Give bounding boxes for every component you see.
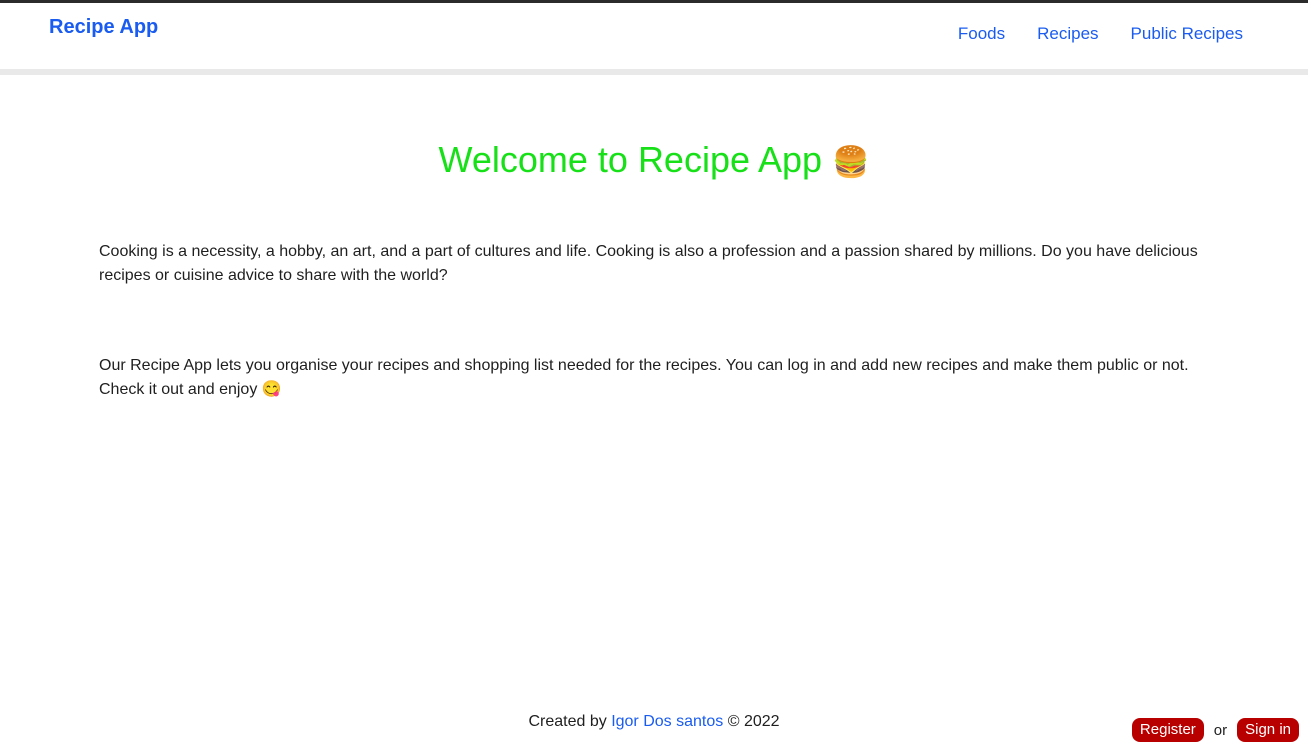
nav-links: Foods Recipes Public Recipes: [958, 24, 1243, 44]
app-description-paragraph: Our Recipe App lets you organise your re…: [99, 354, 1209, 402]
burger-emoji-icon: 🍔: [832, 146, 870, 179]
nav-link-public-recipes[interactable]: Public Recipes: [1131, 24, 1243, 44]
page-title: Welcome to Recipe App 🍔: [0, 138, 1308, 185]
navbar-divider: [0, 69, 1308, 75]
yum-emoji-icon: 😋: [261, 381, 282, 398]
footer-copyright: © 2022: [727, 713, 780, 730]
intro-paragraph: Cooking is a necessity, a hobby, an art,…: [99, 243, 1198, 284]
nav-link-recipes[interactable]: Recipes: [1037, 24, 1098, 44]
navbar: Recipe App Foods Recipes Public Recipes: [0, 3, 1308, 69]
sign-in-button[interactable]: Sign in: [1237, 718, 1299, 742]
nav-link-foods[interactable]: Foods: [958, 24, 1005, 44]
page-title-text: Welcome to Recipe App: [438, 139, 823, 180]
footer-author-link[interactable]: Igor Dos santos: [611, 713, 723, 730]
footer: Created by Igor Dos santos © 2022: [0, 713, 1308, 731]
auth-controls: Register or Sign in: [1131, 718, 1299, 742]
brand-link[interactable]: Recipe App: [49, 16, 158, 39]
register-button[interactable]: Register: [1131, 718, 1204, 742]
footer-created-by: Created by: [528, 713, 607, 730]
auth-or-label: or: [1213, 721, 1228, 739]
